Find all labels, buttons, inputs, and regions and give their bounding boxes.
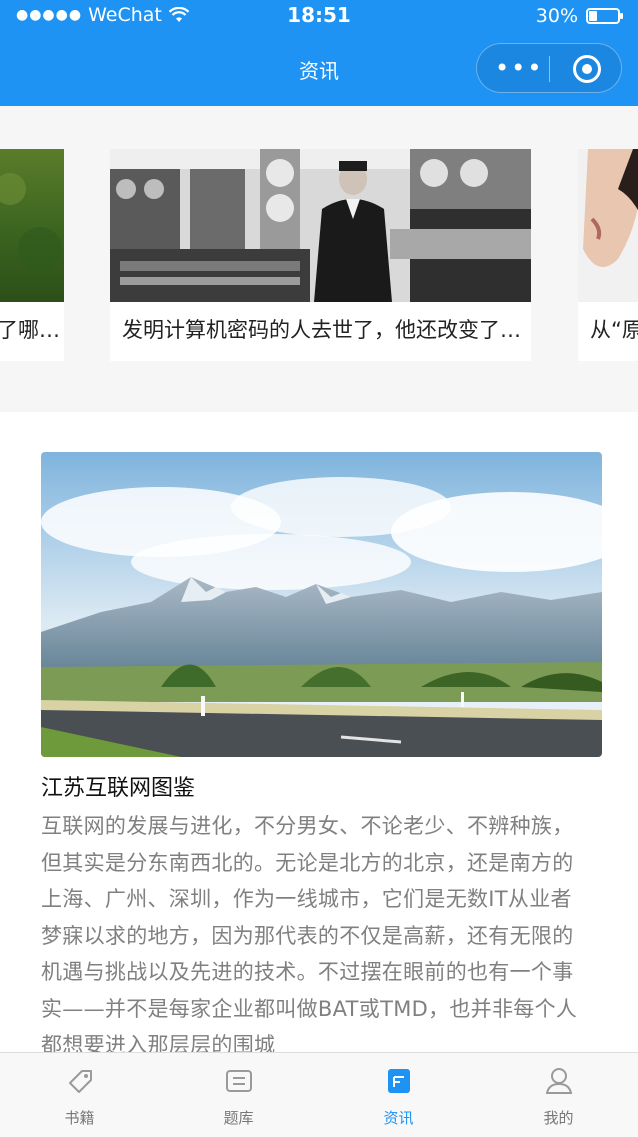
capsule-divider xyxy=(549,56,550,82)
carousel-caption: 从“原 xyxy=(590,318,638,342)
miniprogram-capsule: ••• xyxy=(476,43,622,93)
battery-percent: 30% xyxy=(535,5,578,27)
carousel-card[interactable]: 从“原 xyxy=(578,149,638,361)
carousel-card[interactable]: 发明计算机密码的人去世了，他还改变了… xyxy=(110,149,531,361)
top-bar: ●●●●● WeChat 18:51 30% 资讯 ••• xyxy=(0,0,638,106)
tab-question-bank[interactable]: 题库 xyxy=(159,1053,318,1137)
bottom-tab-bar: 书籍 题库 资讯 我的 xyxy=(0,1052,638,1137)
more-dots-icon[interactable]: ••• xyxy=(495,56,543,80)
capsule-close-icon[interactable] xyxy=(573,55,601,83)
news-icon xyxy=(388,1069,410,1093)
mountain-road-landscape-photo xyxy=(41,452,602,757)
carousel-caption: 发明计算机密码的人去世了，他还改变了… xyxy=(122,318,521,342)
status-bar: ●●●●● WeChat 18:51 30% xyxy=(0,0,638,36)
tab-books[interactable]: 书籍 xyxy=(0,1053,159,1137)
tab-profile[interactable]: 我的 xyxy=(479,1053,638,1137)
carousel-caption: 了哪… xyxy=(0,318,60,342)
tab-label: 资讯 xyxy=(383,1109,414,1127)
article-card[interactable]: 江苏互联网图鉴 互联网的发展与进化，不分男女、不论老少、不辨种族，但其实是分东南… xyxy=(0,412,638,1052)
article-title: 江苏互联网图鉴 xyxy=(41,776,196,801)
user-icon xyxy=(545,1068,573,1094)
tag-icon xyxy=(69,1070,92,1093)
green-grass-photo xyxy=(0,149,64,302)
tab-news[interactable]: 资讯 xyxy=(319,1053,478,1137)
battery-info: 30% xyxy=(535,5,623,27)
question-bank-icon xyxy=(226,1070,252,1092)
battery-icon xyxy=(586,8,623,24)
tab-label: 书籍 xyxy=(64,1109,95,1127)
article-body: 互联网的发展与进化，不分男女、不论老少、不辨种族，但其实是分东南西北的。无论是北… xyxy=(41,814,578,1052)
tab-label: 题库 xyxy=(223,1109,254,1127)
carousel-card[interactable]: 了哪… xyxy=(0,149,64,361)
tab-label: 我的 xyxy=(543,1109,574,1127)
vintage-computer-room-photo xyxy=(110,149,531,302)
news-carousel[interactable]: 了哪… 发明计算机密码的人去世了，他还改变了… 从“原 xyxy=(0,106,638,412)
portrait-photo xyxy=(578,149,638,302)
